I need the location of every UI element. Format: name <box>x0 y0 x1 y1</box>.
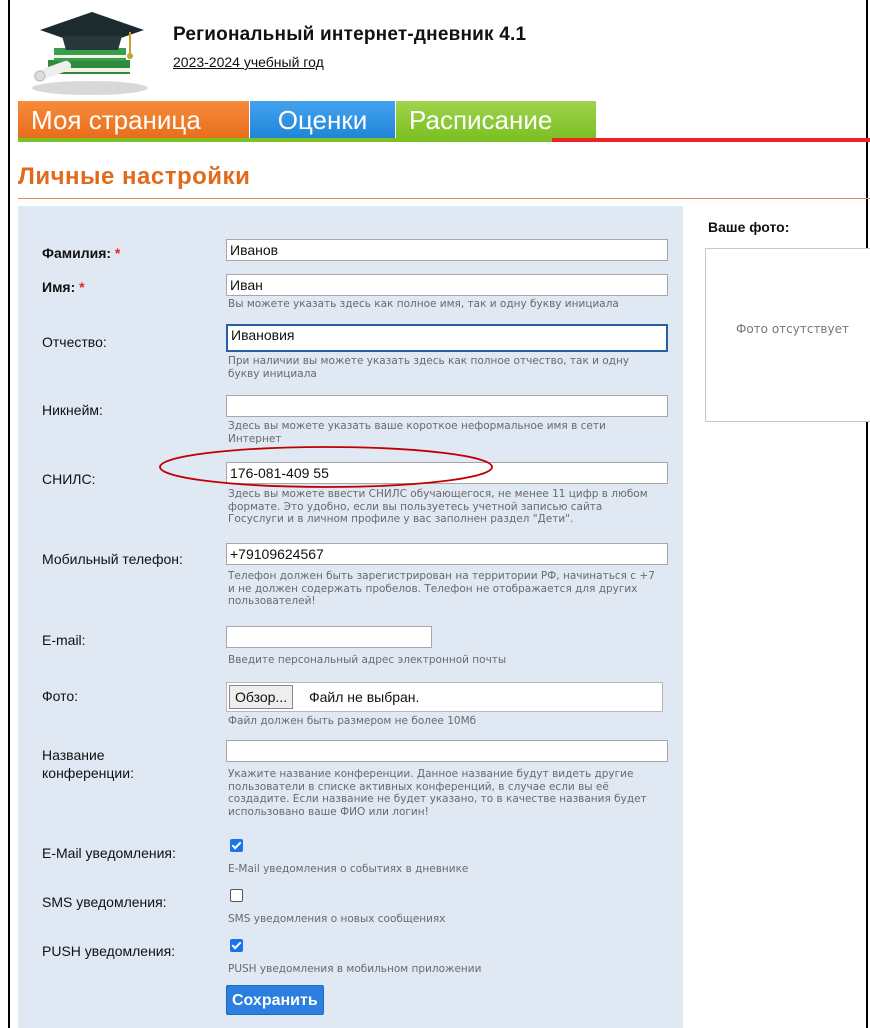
email-notify-hint: E-Mail уведомления о событиях в дневнике <box>228 863 469 875</box>
tab-schedule[interactable]: Расписание <box>396 101 596 139</box>
sms-notify-checkbox[interactable] <box>230 889 243 902</box>
required-mark: * <box>114 245 121 261</box>
name-input[interactable]: Иван <box>226 274 668 296</box>
surname-input[interactable]: Иванов <box>226 239 668 261</box>
page-title: Личные настройки <box>18 163 251 190</box>
email-input[interactable] <box>226 626 432 648</box>
phone-hint: Телефон должен быть зарегистрирован на т… <box>228 570 655 607</box>
conference-hint: Укажите название конференции. Данное наз… <box>228 768 647 818</box>
email-hint: Введите персональный адрес электронной п… <box>228 654 507 666</box>
photo-panel-label: Ваше фото: <box>708 219 790 235</box>
snils-hint: Здесь вы можете ввести СНИЛС обучающегос… <box>228 488 648 525</box>
tab-grades[interactable]: Оценки <box>250 101 395 139</box>
patronymic-input[interactable]: Ивановия <box>226 324 668 352</box>
browse-button[interactable]: Обзор... <box>229 685 294 709</box>
phone-label: Мобильный телефон: <box>42 551 183 567</box>
nickname-label: Никнейм: <box>42 402 103 418</box>
photo-hint: Файл должен быть размером не более 10Мб <box>228 715 477 727</box>
save-button[interactable]: Сохранить <box>226 985 324 1015</box>
push-notify-checkbox[interactable] <box>230 939 243 952</box>
page: Региональный интернет-дневник 4.1 2023-2… <box>0 0 870 1028</box>
conference-label: Название конференции: <box>42 747 134 781</box>
push-notify-label: PUSH уведомления: <box>42 943 176 959</box>
file-status: Файл не выбран. <box>309 689 420 705</box>
school-year-link[interactable]: 2023-2024 учебный год <box>173 54 324 70</box>
surname-label: Фамилия: * <box>42 245 121 261</box>
snils-label: СНИЛС: <box>42 471 96 487</box>
app-title: Региональный интернет-дневник 4.1 <box>173 24 527 45</box>
photo-preview: Фото отсутствует <box>705 248 870 422</box>
email-notify-checkbox[interactable] <box>230 839 243 852</box>
settings-form: Фамилия: * Иванов Имя: * Иван Вы можете … <box>18 206 683 1028</box>
logo-graduation-books-icon <box>32 12 148 95</box>
email-notify-label: E-Mail уведомления: <box>42 845 176 861</box>
photo-file-input[interactable]: Обзор... Файл не выбран. <box>226 682 663 712</box>
nickname-hint: Здесь вы можете указать ваше короткое не… <box>228 420 606 445</box>
annotation-oval <box>159 446 493 488</box>
title-divider <box>18 198 870 199</box>
required-mark: * <box>79 279 85 295</box>
conference-input[interactable] <box>226 740 668 762</box>
photo-label: Фото: <box>42 688 79 704</box>
right-border <box>866 0 868 1028</box>
left-border <box>8 0 10 1028</box>
tab-underline-red <box>552 138 870 142</box>
photo-placeholder: Фото отсутствует <box>736 322 849 336</box>
sms-notify-hint: SMS уведомления о новых сообщениях <box>228 913 446 925</box>
sms-notify-label: SMS уведомления: <box>42 894 167 910</box>
phone-input[interactable]: +79109624567 <box>226 543 668 565</box>
patronymic-label: Отчество: <box>42 334 107 350</box>
push-notify-hint: PUSH уведомления в мобильном приложении <box>228 963 482 975</box>
name-label: Имя: * <box>42 279 85 295</box>
patronymic-hint: При наличии вы можете указать здесь как … <box>228 355 630 380</box>
name-hint: Вы можете указать здесь как полное имя, … <box>228 298 619 310</box>
nickname-input[interactable] <box>226 395 668 417</box>
tab-my-page[interactable]: Моя страница <box>18 101 249 139</box>
email-label: E-mail: <box>42 632 86 648</box>
